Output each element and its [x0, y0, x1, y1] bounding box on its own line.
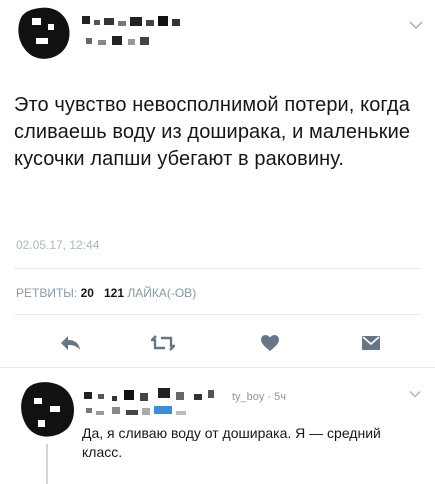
likes-count[interactable]: 121	[104, 286, 124, 300]
envelope-icon	[362, 336, 380, 350]
tweet: Это чувство невосполнимой потери, когда …	[0, 0, 435, 370]
heart-icon	[261, 335, 279, 351]
avatar[interactable]	[14, 4, 72, 62]
tweet-timestamp[interactable]: 02.05.17, 12:44	[16, 238, 99, 252]
avatar[interactable]	[18, 380, 76, 440]
tweet-text: Это чувство невосполнимой потери, когда …	[14, 94, 411, 170]
retweet-icon	[151, 335, 175, 351]
reply-text: Да, я сливаю воду от доширака. Я — средн…	[82, 425, 381, 460]
divider	[0, 367, 435, 368]
retweets-count[interactable]: 20	[81, 286, 94, 300]
likes-label[interactable]: ЛАЙКА(-ОВ)	[127, 286, 196, 300]
retweets-label[interactable]: РЕТВИТЫ:	[16, 286, 77, 300]
chevron-down-icon[interactable]	[409, 20, 423, 30]
reply-handle-meta[interactable]: ty_boy · 5ч	[232, 391, 286, 403]
tweet-stats: РЕТВИТЫ: 20 121 ЛАЙКА(-ОВ)	[16, 286, 196, 300]
chevron-down-icon[interactable]	[409, 390, 421, 398]
retweet-button[interactable]	[148, 328, 178, 358]
like-button[interactable]	[255, 328, 285, 358]
divider	[14, 268, 421, 269]
divider	[14, 314, 421, 315]
author-name-redacted	[82, 16, 180, 45]
thread-line	[46, 444, 48, 484]
reply-icon	[61, 336, 80, 350]
reply-tweet[interactable]: ty_boy · 5ч Да, я сливаю воду от доширак…	[0, 370, 435, 484]
tweet-actions	[0, 328, 435, 358]
message-button[interactable]	[356, 328, 386, 358]
reply-button[interactable]	[55, 328, 85, 358]
